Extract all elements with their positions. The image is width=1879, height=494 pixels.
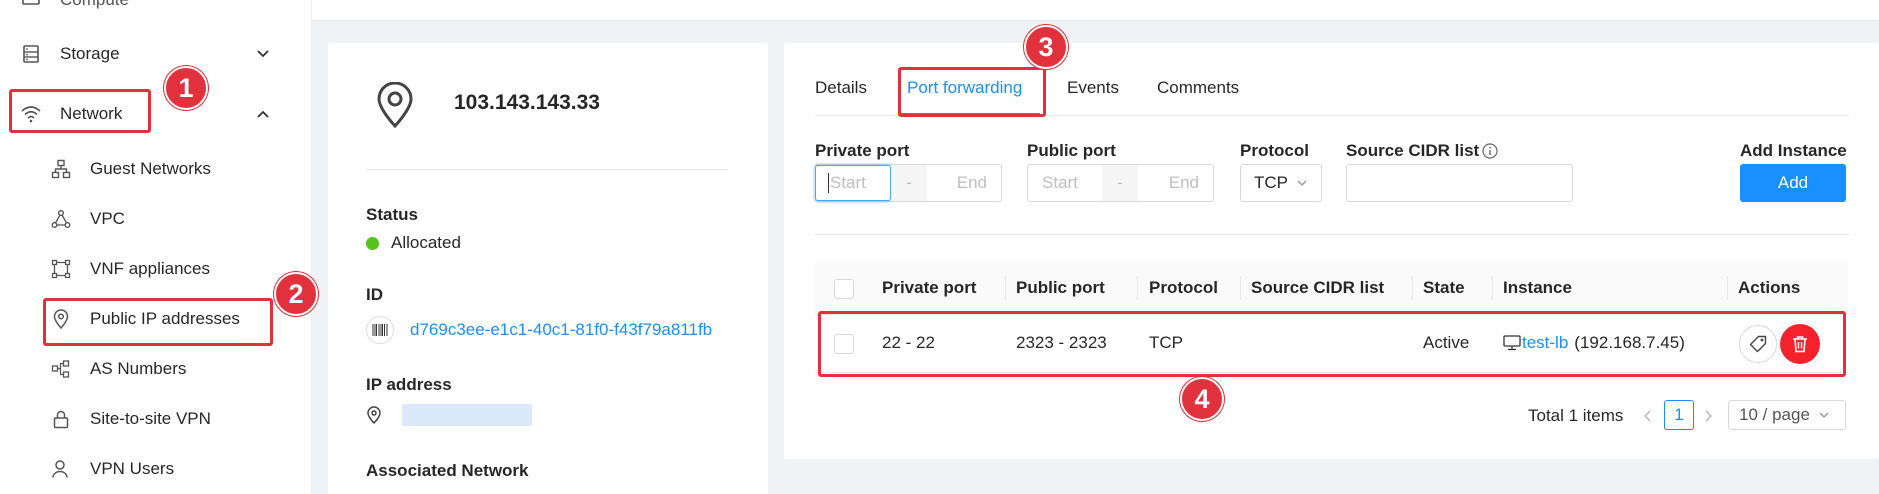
tab-comments[interactable]: Comments: [1157, 78, 1239, 98]
sidebar-item-label: Storage: [60, 44, 120, 63]
page-number-button[interactable]: 1: [1664, 400, 1694, 430]
public-port-start-input[interactable]: Start: [1028, 173, 1102, 193]
location-pin-icon: [377, 82, 413, 128]
sidebar-item-label: Guest Networks: [90, 159, 211, 178]
resource-id-link[interactable]: d769c3ee-e1c1-40c1-81f0-f43f79a811fb: [410, 320, 712, 340]
private-port-start-input[interactable]: Start: [815, 165, 891, 201]
vpc-icon: [50, 208, 72, 230]
status-value: Allocated: [391, 233, 461, 252]
top-header-bar: [312, 0, 1879, 21]
status-badge: Allocated: [366, 233, 461, 253]
sidebar-item-label: VPC: [90, 209, 125, 228]
associated-network-label: Associated Network: [366, 461, 529, 480]
annotation-box-port-forwarding: [898, 67, 1046, 117]
private-port-end-input[interactable]: End: [927, 173, 1001, 193]
as-numbers-icon: [50, 358, 72, 380]
annotation-box-network: [9, 89, 151, 133]
compute-icon: [20, 0, 42, 11]
source-cidr-input[interactable]: [1346, 164, 1573, 202]
page-title: 103.143.143.33: [454, 91, 600, 114]
form-divider: [815, 234, 1849, 235]
status-label: Status: [366, 205, 418, 224]
column-header-actions[interactable]: Actions: [1738, 278, 1800, 298]
user-icon: [50, 458, 72, 480]
annotation-box-table-row: [818, 311, 1846, 377]
sidebar-item-label: VPN Users: [90, 459, 175, 478]
public-port-label: Public port: [1027, 141, 1116, 160]
vnf-icon: [50, 258, 72, 280]
annotation-box-public-ip: [43, 298, 273, 346]
range-separator: -: [1102, 165, 1138, 201]
annotation-badge-1: 1: [164, 66, 208, 110]
sidebar: Compute Storage Network Guest Networks V…: [0, 0, 312, 494]
chevron-left-icon[interactable]: [1641, 408, 1655, 424]
column-header-protocol[interactable]: Protocol: [1149, 278, 1218, 298]
public-port-range: Start - End: [1027, 164, 1214, 202]
chevron-right-icon[interactable]: [1701, 408, 1715, 424]
sidebar-item-vnf[interactable]: VNF appliances: [50, 257, 210, 281]
source-cidr-label-text: Source CIDR list: [1346, 141, 1480, 160]
status-dot-icon: [366, 236, 379, 250]
text-cursor: [828, 173, 829, 193]
ip-address-label: IP address: [366, 375, 452, 394]
select-all-checkbox[interactable]: [834, 279, 854, 299]
pagination-total: Total 1 items: [1528, 406, 1624, 425]
chevron-down-icon: [1819, 412, 1829, 418]
annotation-badge-4: 4: [1180, 377, 1224, 421]
sidebar-item-site-to-site-vpn[interactable]: Site-to-site VPN: [50, 407, 211, 431]
tab-details[interactable]: Details: [815, 78, 867, 98]
redacted-ip-value: [402, 404, 532, 426]
divider: [366, 169, 728, 170]
column-separator: [1005, 276, 1006, 300]
id-label: ID: [366, 285, 383, 304]
private-port-range: Start - End: [815, 164, 1002, 202]
page-size-value: 10 / page: [1739, 405, 1810, 424]
ip-address-row: [366, 404, 532, 426]
column-separator: [1412, 276, 1413, 300]
chevron-down-icon: [257, 50, 269, 58]
column-header-public-port[interactable]: Public port: [1016, 278, 1105, 298]
network-tree-icon: [50, 158, 72, 180]
range-separator: -: [891, 165, 927, 201]
page-size-select[interactable]: 10 / page: [1728, 400, 1846, 430]
tab-events[interactable]: Events: [1067, 78, 1119, 98]
id-row: d769c3ee-e1c1-40c1-81f0-f43f79a811fb: [366, 316, 712, 344]
add-button[interactable]: Add: [1740, 164, 1846, 202]
column-header-source-cidr[interactable]: Source CIDR list: [1251, 278, 1384, 298]
sidebar-item-label: VNF appliances: [90, 259, 211, 278]
column-separator: [1727, 276, 1728, 300]
info-icon[interactable]: [1482, 143, 1498, 159]
sidebar-item-compute[interactable]: Compute: [20, 0, 129, 12]
column-header-private-port[interactable]: Private port: [882, 278, 976, 298]
storage-icon: [20, 43, 42, 65]
sidebar-item-label: AS Numbers: [90, 359, 187, 378]
protocol-select[interactable]: TCP: [1240, 164, 1322, 202]
column-header-state[interactable]: State: [1423, 278, 1465, 298]
protocol-select-value: TCP: [1254, 173, 1288, 192]
sidebar-item-as-numbers[interactable]: AS Numbers: [50, 357, 186, 381]
add-instance-label: Add Instance: [1740, 141, 1847, 160]
location-pin-icon: [367, 406, 381, 424]
column-header-instance[interactable]: Instance: [1503, 278, 1572, 298]
sidebar-item-vpc[interactable]: VPC: [50, 207, 125, 231]
column-separator: [1137, 276, 1138, 300]
protocol-label: Protocol: [1240, 141, 1309, 160]
column-separator: [1240, 276, 1241, 300]
sidebar-item-storage[interactable]: Storage: [20, 42, 292, 66]
lock-icon: [50, 408, 72, 430]
sidebar-item-guest-networks[interactable]: Guest Networks: [50, 157, 211, 181]
private-port-label: Private port: [815, 141, 910, 160]
sidebar-item-label: Compute: [60, 0, 129, 10]
barcode-icon: [366, 316, 394, 344]
chevron-down-icon: [1297, 180, 1307, 186]
chevron-up-icon: [257, 110, 269, 118]
annotation-badge-2: 2: [274, 272, 318, 316]
resource-details-panel: 103.143.143.33 Status Allocated ID d769c…: [328, 43, 768, 494]
sidebar-item-vpn-users[interactable]: VPN Users: [50, 457, 174, 481]
annotation-badge-3: 3: [1024, 25, 1068, 69]
sidebar-item-label: Site-to-site VPN: [90, 409, 211, 428]
source-cidr-label: Source CIDR list: [1346, 141, 1498, 161]
column-separator: [1492, 276, 1493, 300]
public-port-end-input[interactable]: End: [1138, 173, 1213, 193]
